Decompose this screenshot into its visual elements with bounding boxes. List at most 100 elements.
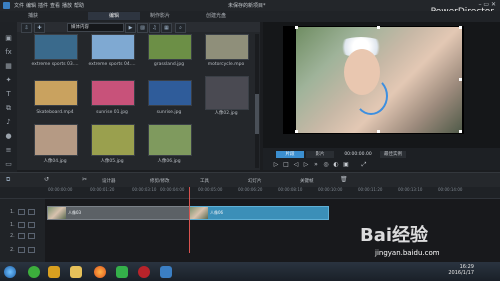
audio-room-icon[interactable]: ♪: [4, 118, 13, 127]
ruler-tick: 00:00:08:10: [278, 187, 303, 192]
fast-forward-icon[interactable]: »: [312, 161, 320, 168]
menu-edit[interactable]: 编辑: [26, 2, 36, 9]
tools-button[interactable]: 工具: [200, 178, 209, 184]
audio-track-icon[interactable]: [18, 222, 25, 228]
lock-icon[interactable]: [28, 247, 35, 253]
filter-image-icon[interactable]: ▨: [137, 23, 148, 33]
track-manager-icon[interactable]: ⧉: [6, 176, 10, 184]
thumb-extreme-03[interactable]: [34, 34, 78, 60]
stop-icon[interactable]: □: [282, 161, 290, 168]
thumb-portrait-02[interactable]: [205, 76, 249, 110]
keyframe-button[interactable]: 关键帧: [300, 178, 314, 184]
taskbar-app-icon[interactable]: [28, 266, 40, 278]
thumb-skateboard[interactable]: [34, 80, 78, 106]
search-icon[interactable]: ⌕: [175, 23, 186, 33]
thumb-sunrise-01[interactable]: [91, 80, 135, 106]
voiceover-room-icon[interactable]: ●: [4, 132, 13, 141]
system-clock[interactable]: 16:29 2016/1/17: [448, 264, 474, 276]
import-icon[interactable]: ⇩: [21, 23, 32, 33]
thumb-sunrise[interactable]: [148, 80, 192, 106]
thumb-portrait-04[interactable]: [34, 124, 78, 156]
particle-room-icon[interactable]: ✦: [4, 76, 13, 85]
library-filter-select[interactable]: 媒体内容: [67, 23, 124, 32]
movie-mode-button[interactable]: 影片: [306, 151, 334, 158]
prev-frame-icon[interactable]: ◁: [292, 161, 300, 168]
fullscreen-icon[interactable]: ⤢: [360, 161, 368, 168]
title-bar: 文件 编辑 插件 查看 播放 帮助 未保存的新项目* – ▭ ✕: [0, 0, 500, 11]
resize-handle[interactable]: [295, 130, 298, 133]
playhead[interactable]: [189, 187, 190, 253]
resize-handle[interactable]: [459, 78, 462, 81]
view-grid-icon[interactable]: ▦: [161, 23, 172, 33]
media-room-icon[interactable]: ▣: [4, 34, 13, 43]
tab-create-disc[interactable]: 创建光盘: [200, 12, 232, 20]
resize-handle[interactable]: [295, 26, 298, 29]
thumb-extreme-04[interactable]: [91, 34, 135, 60]
thumb-motorcycle[interactable]: [205, 34, 249, 60]
watermark-logo: Bai经验: [360, 225, 429, 246]
undo-icon[interactable]: ↺: [44, 176, 49, 183]
subtitle-room-icon[interactable]: ▭: [4, 160, 13, 169]
lock-icon[interactable]: [28, 209, 35, 215]
folder-icon[interactable]: [70, 266, 82, 278]
next-frame-icon[interactable]: ▷: [302, 161, 310, 168]
trim-button[interactable]: 修剪/修改: [150, 178, 170, 184]
resize-handle[interactable]: [377, 130, 380, 133]
lock-icon[interactable]: [28, 222, 35, 228]
mode-bar: 捕获 编辑 制作影片 创建光盘: [0, 11, 500, 22]
resize-handle[interactable]: [377, 26, 380, 29]
timeline-ruler[interactable]: 00:00:00:00 00:00:01:20 00:00:03:10 00:0…: [0, 187, 500, 199]
menu-view[interactable]: 查看: [50, 2, 60, 9]
slideshow-button[interactable]: 幻灯片: [248, 178, 262, 184]
video-track-icon[interactable]: [18, 209, 25, 215]
volume-icon[interactable]: ◐: [332, 161, 340, 168]
thumb-label: 人像05.jpg: [100, 159, 124, 164]
clip-mode-button[interactable]: 片段: [276, 151, 304, 158]
3d-icon[interactable]: ▣: [342, 161, 350, 168]
menu-play[interactable]: 播放: [62, 2, 72, 9]
filter-video-icon[interactable]: ▶: [125, 23, 136, 33]
taskbar-app-icon[interactable]: [48, 266, 60, 278]
snapshot-icon[interactable]: ◎: [322, 161, 330, 168]
plugin-icon[interactable]: ✚: [34, 23, 45, 33]
delete-icon[interactable]: 🗑: [340, 176, 348, 183]
tab-edit[interactable]: 编辑: [88, 12, 140, 20]
room-rail: ▣ fx ▦ ✦ T ⧉ ♪ ● ≡ ▭: [0, 22, 17, 172]
play-icon[interactable]: ▷: [272, 161, 280, 168]
mask-outline: [354, 77, 388, 115]
ruler-tick: 00:00:00:00: [48, 187, 73, 192]
fx-room-icon[interactable]: fx: [4, 48, 13, 57]
resize-handle[interactable]: [459, 130, 462, 133]
title-room-icon[interactable]: T: [4, 90, 13, 99]
pip-room-icon[interactable]: ▦: [4, 62, 13, 71]
thumb-portrait-06[interactable]: [148, 124, 192, 156]
quality-select[interactable]: 最佳实例: [380, 151, 406, 158]
library-scrollbar[interactable]: [255, 34, 259, 168]
split-icon[interactable]: ✂: [82, 176, 87, 183]
menu-help[interactable]: 帮助: [74, 2, 84, 9]
filter-audio-icon[interactable]: ♫: [149, 23, 160, 33]
firefox-icon[interactable]: [94, 266, 106, 278]
timeline-clip[interactable]: 人像03: [47, 206, 191, 220]
ruler-tick: 00:00:03:10: [132, 187, 157, 192]
timeline-clip-selected[interactable]: 人像06: [189, 206, 329, 220]
thumb-portrait-05[interactable]: [91, 124, 135, 156]
audio-track-icon[interactable]: [18, 247, 25, 253]
chapter-room-icon[interactable]: ≡: [4, 146, 13, 155]
tab-produce[interactable]: 制作影片: [144, 12, 176, 20]
video-track-icon[interactable]: [18, 233, 25, 239]
designer-button[interactable]: 设计器: [102, 178, 116, 184]
menu-plugins[interactable]: 插件: [38, 2, 48, 9]
menu-file[interactable]: 文件: [14, 2, 24, 9]
start-button-icon[interactable]: [4, 266, 16, 278]
transition-room-icon[interactable]: ⧉: [4, 104, 13, 113]
thumb-label: grassland.jpg: [153, 62, 185, 67]
thumb-grassland[interactable]: [148, 34, 192, 60]
scroll-thumb[interactable]: [255, 94, 259, 134]
lock-icon[interactable]: [28, 233, 35, 239]
tab-capture[interactable]: 捕获: [22, 12, 44, 20]
taskbar-app-icon[interactable]: [116, 266, 128, 278]
record-app-icon[interactable]: [138, 266, 150, 278]
powerdirector-taskbar-icon[interactable]: [160, 266, 172, 278]
resize-handle[interactable]: [459, 26, 462, 29]
